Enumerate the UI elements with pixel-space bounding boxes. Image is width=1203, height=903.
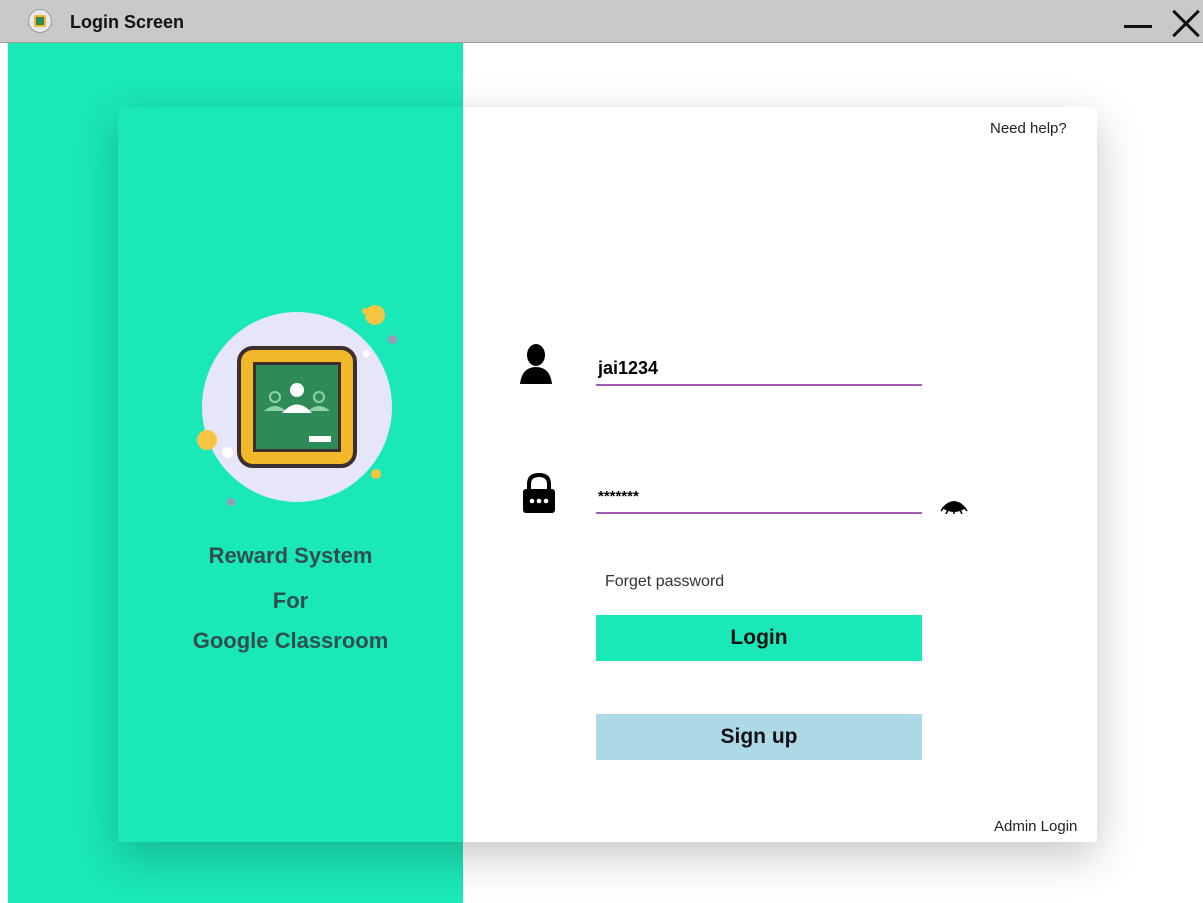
login-button[interactable]: Login xyxy=(596,615,922,661)
window-title: Login Screen xyxy=(70,12,185,32)
show-password-eye-icon[interactable] xyxy=(940,496,968,514)
brand-title-line-3: Google Classroom xyxy=(192,628,389,653)
brand-title-line-2: For xyxy=(272,588,309,613)
title-bar: Login Screen xyxy=(0,0,1203,43)
need-help-link[interactable]: Need help? xyxy=(990,120,1067,137)
brand-title-line-1: Reward System xyxy=(208,543,373,568)
admin-login-link[interactable]: Admin Login xyxy=(994,818,1077,835)
user-icon xyxy=(520,344,552,384)
forget-password-link[interactable]: Forget password xyxy=(605,573,724,591)
google-classroom-app-icon xyxy=(28,9,52,33)
minimize-icon[interactable] xyxy=(1120,4,1156,40)
close-icon[interactable] xyxy=(1166,4,1202,40)
username-field[interactable] xyxy=(596,352,922,386)
signup-button[interactable]: Sign up xyxy=(596,714,922,760)
google-classroom-logo xyxy=(195,300,405,510)
lock-icon xyxy=(523,472,555,513)
password-field[interactable] xyxy=(596,480,922,514)
